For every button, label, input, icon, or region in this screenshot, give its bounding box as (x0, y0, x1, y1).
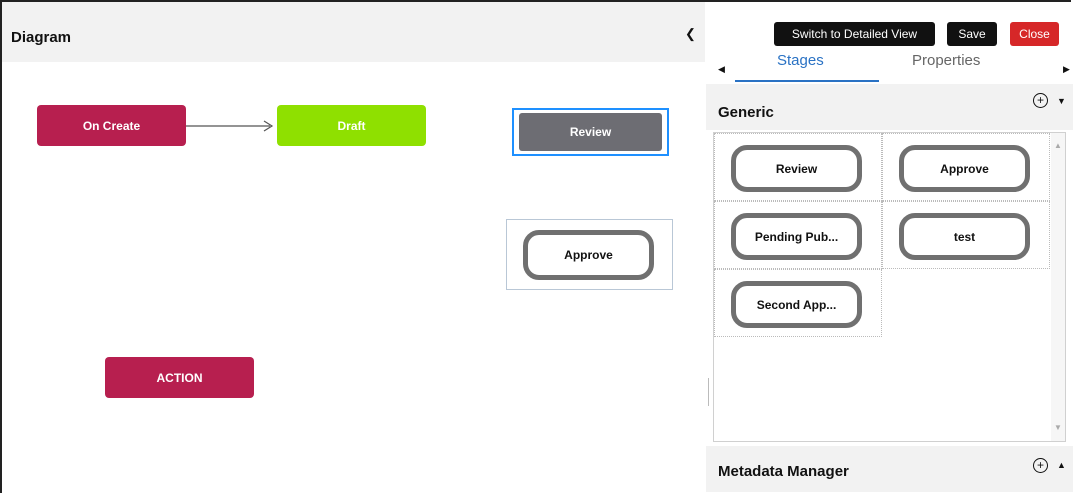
node-label: ACTION (156, 370, 203, 385)
switch-view-button[interactable]: Switch to Detailed View (774, 22, 935, 46)
stage-label: Review (775, 161, 818, 176)
stage-item-approve[interactable]: Approve (899, 145, 1030, 192)
node-approve[interactable]: Approve (523, 230, 654, 280)
scroll-down-icon[interactable]: ▼ (1054, 423, 1062, 432)
metadata-section-title: Metadata Manager (718, 463, 849, 480)
node-label: Approve (564, 248, 613, 262)
generic-section-title: Generic (718, 104, 774, 121)
node-action[interactable]: ACTION (105, 357, 254, 398)
node-label: Review (569, 125, 612, 139)
stage-label: test (953, 229, 976, 244)
right-panel: Switch to Detailed View Save Close ◀ Sta… (706, 2, 1073, 493)
node-label: Draft (337, 118, 366, 133)
diagram-header: Diagram ❮ (2, 2, 705, 62)
tab-bar: ◀ Stages Properties ▶ (706, 48, 1073, 82)
stage-cell: Pending Pub... (714, 201, 882, 269)
tab-scroll-right-icon[interactable]: ▶ (1063, 64, 1070, 75)
node-draft[interactable]: Draft (277, 105, 426, 146)
metadata-section-header[interactable]: Metadata Manager + ▲ (706, 446, 1073, 492)
stage-label: Approve (940, 161, 989, 176)
diagram-title: Diagram (11, 29, 72, 46)
active-tab-indicator (735, 80, 879, 82)
stage-cell: Review (714, 133, 882, 201)
stage-item-review[interactable]: Review (731, 145, 862, 192)
close-button[interactable]: Close (1010, 22, 1059, 46)
stage-cell: test (882, 201, 1050, 269)
scroll-up-icon[interactable]: ▲ (1054, 141, 1062, 150)
diagram-canvas[interactable]: On Create Draft Review Approve ACTION (2, 62, 705, 493)
save-button[interactable]: Save (947, 22, 997, 46)
generic-section-header[interactable]: Generic + ▼ (706, 84, 1073, 130)
stage-label: Second App... (756, 297, 837, 312)
tab-scroll-left-icon[interactable]: ◀ (718, 64, 725, 75)
node-label: On Create (82, 118, 141, 133)
caret-down-icon[interactable]: ▼ (1057, 96, 1066, 106)
node-review-selection[interactable]: Review (512, 108, 669, 156)
chevron-left-icon[interactable]: ❮ (685, 26, 696, 42)
node-approve-frame[interactable]: Approve (506, 219, 673, 290)
stages-grid: Review Approve Pending Pub... test Secon… (713, 132, 1066, 442)
stage-cell: Second App... (714, 269, 882, 337)
node-review[interactable]: Review (519, 113, 662, 151)
add-circle-icon[interactable]: + (1033, 458, 1048, 473)
caret-up-icon[interactable]: ▲ (1057, 460, 1066, 470)
stage-cell: Approve (882, 133, 1050, 201)
node-on-create[interactable]: On Create (37, 105, 186, 146)
tab-properties[interactable]: Properties (912, 52, 980, 69)
stage-item-second-app[interactable]: Second App... (731, 281, 862, 328)
stage-item-test[interactable]: test (899, 213, 1030, 260)
add-circle-icon[interactable]: + (1033, 93, 1048, 108)
stages-scrollbar[interactable]: ▲ ▼ (1051, 133, 1065, 441)
stage-label: Pending Pub... (754, 229, 839, 244)
stage-item-pending-pub[interactable]: Pending Pub... (731, 213, 862, 260)
tab-stages[interactable]: Stages (777, 52, 824, 69)
